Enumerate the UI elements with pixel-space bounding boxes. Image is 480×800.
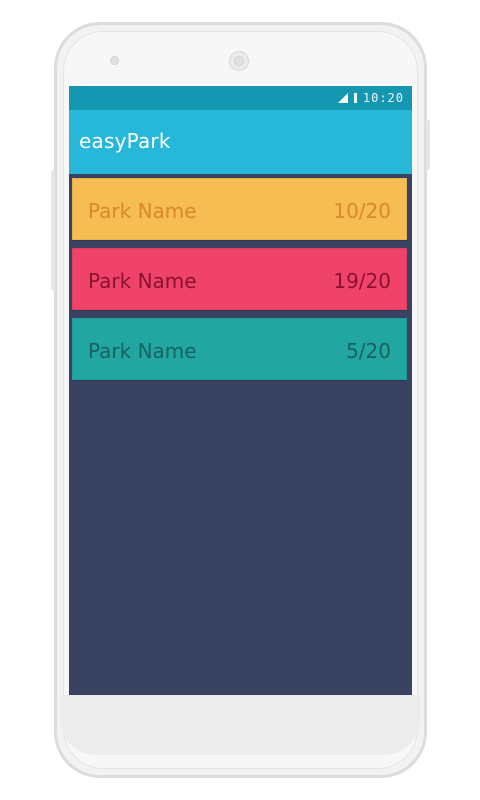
front-camera-icon [229, 51, 249, 71]
status-bar: 10:20 [69, 86, 412, 110]
park-name: Park Name [88, 199, 197, 223]
battery-icon [353, 93, 357, 103]
park-name: Park Name [88, 269, 197, 293]
park-occupancy: 10/20 [333, 199, 391, 223]
park-card[interactable]: Park Name 10/20 [72, 178, 407, 240]
app-bar: easyPark [69, 110, 412, 174]
park-card[interactable]: Park Name 5/20 [72, 318, 407, 380]
app-title: easyPark [79, 129, 171, 153]
app-screen: 10:20 easyPark Park Name 10/20 Park Name… [69, 86, 412, 695]
status-icons: 10:20 [337, 90, 404, 106]
volume-button [51, 170, 55, 290]
park-occupancy: 19/20 [333, 269, 391, 293]
park-list: Park Name 10/20 Park Name 19/20 Park Nam… [72, 178, 409, 388]
power-button [426, 120, 430, 170]
park-name: Park Name [88, 339, 197, 363]
signal-icon [337, 93, 348, 103]
proximity-sensor [110, 56, 119, 65]
status-clock: 10:20 [362, 91, 404, 105]
park-card[interactable]: Park Name 19/20 [72, 248, 407, 310]
bottom-bezel [60, 695, 420, 755]
park-occupancy: 5/20 [346, 339, 391, 363]
